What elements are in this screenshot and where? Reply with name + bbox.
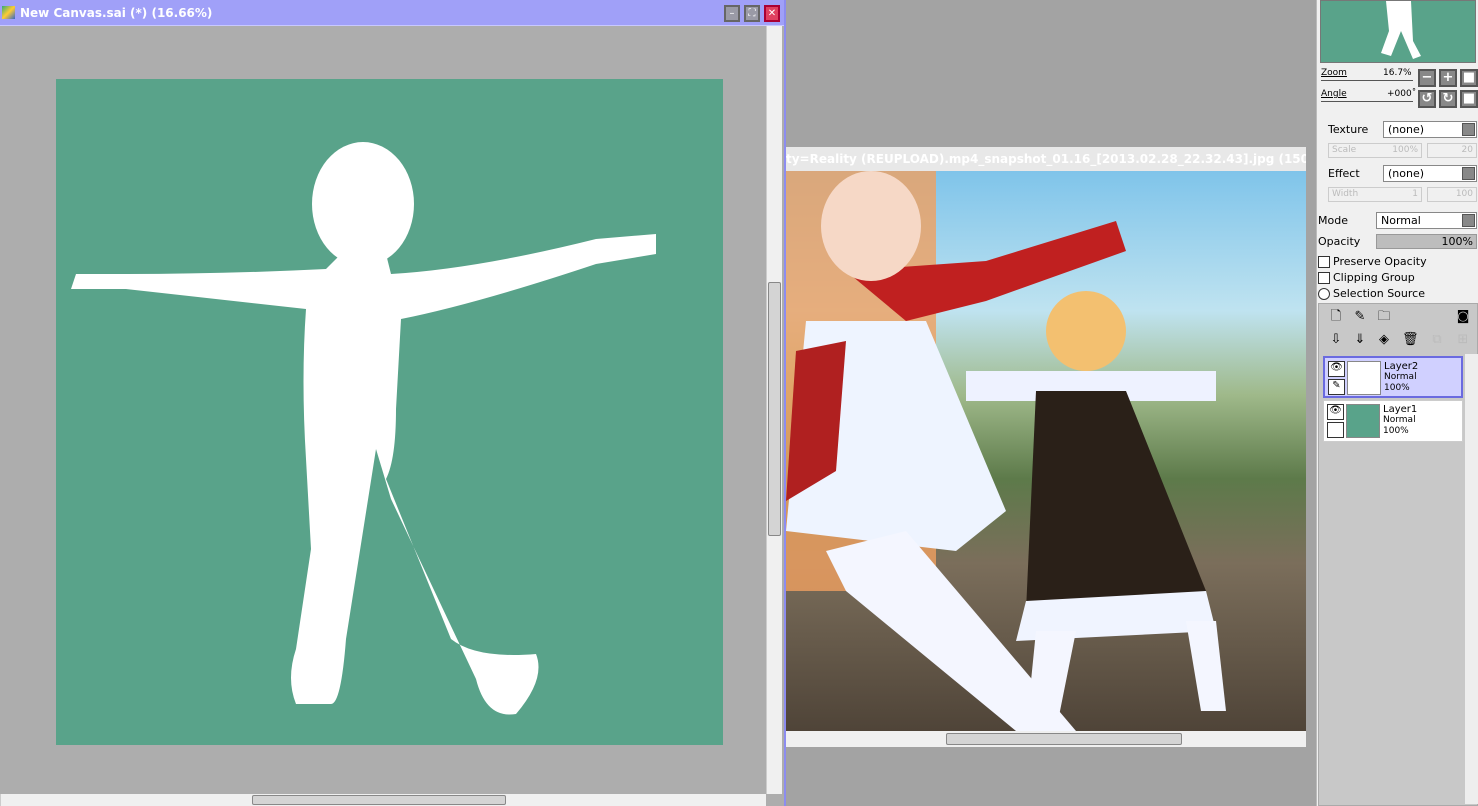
angle-value[interactable]: +000˚ [1387,89,1416,99]
zoom-value[interactable]: 16.7% [1383,68,1412,78]
texture-value: (none) [1388,123,1425,136]
delete-layer-icon[interactable]: 🗑 [1402,332,1419,348]
chevron-down-icon [1462,167,1475,180]
new-folder-icon[interactable]: 🗀 [1376,309,1392,325]
layer-item[interactable]: 👁 ✎ Layer2 Normal 100% [1323,356,1463,398]
vertical-scroll-thumb[interactable] [768,282,781,536]
image-scroll-thumb[interactable] [946,733,1182,745]
lock-toggle[interactable] [1327,422,1344,438]
layer-thumbnail [1347,361,1381,395]
layer-scrollbar[interactable] [1465,354,1478,804]
layer-name: Layer1 [1383,404,1418,415]
image-window: ty=Reality (REUPLOAD).mp4_snapshot_01.16… [786,147,1306,747]
transfer-down-icon[interactable]: ⇩ [1328,332,1344,348]
texture-label: Texture [1328,123,1369,136]
layer-panel: 🗋 ✎ 🗀 ◙ ⇩ ⇓ ◈ 🗑 ⧉ ⊞ 👁 ✎ Layer2 Normal 10… [1318,303,1478,806]
figure-silhouette [71,142,656,715]
angle-label: Angle [1321,89,1347,99]
canvas-title-bar[interactable]: New Canvas.sai (*) (16.66%) [0,0,784,26]
canvas-vertical-scrollbar[interactable] [766,26,782,794]
layer-mask-icon[interactable]: ◙ [1455,309,1471,325]
opacity-value: 100% [1441,235,1473,248]
effect-select[interactable]: (none) [1383,165,1477,182]
clipping-group-label: Clipping Group [1333,271,1415,284]
navigator-preview[interactable] [1320,0,1476,63]
layer-mode: Normal [1383,415,1416,425]
canvas-horizontal-scrollbar[interactable] [0,794,766,806]
minimize-button[interactable]: – [724,5,740,22]
pen-icon[interactable]: ✎ [1328,379,1345,395]
blend-mode-select[interactable]: Normal [1376,212,1477,229]
rotate-reset-button[interactable]: ■ [1460,90,1478,108]
canvas-title: New Canvas.sai (*) (16.66%) [20,6,213,20]
scale-label: Scale [1332,145,1357,155]
visibility-eye-icon[interactable]: 👁 [1327,404,1344,420]
selection-source-radio[interactable]: Selection Source [1318,287,1425,300]
zoom-out-button[interactable]: − [1418,69,1436,87]
horizontal-scroll-thumb[interactable] [252,795,506,805]
image-horizontal-scrollbar[interactable] [786,731,1306,747]
close-button[interactable]: ✕ [764,5,780,22]
new-linework-layer-icon[interactable]: ✎ [1352,309,1368,325]
layer-thumbnail [1346,404,1380,438]
radio[interactable] [1318,287,1330,300]
canvas-paper[interactable] [56,79,723,745]
layer-opacity: 100% [1383,426,1409,436]
maximize-button[interactable]: ⛶ [744,5,760,22]
layer-item[interactable]: 👁 Layer1 Normal 100% [1323,400,1463,442]
scale-field: Scale 100% [1328,143,1422,158]
layer-name: Layer2 [1384,361,1419,372]
effect-value: (none) [1388,167,1425,180]
layer-mode: Normal [1384,372,1417,382]
image-title: ty=Reality (REUPLOAD).mp4_snapshot_01.16… [786,152,1306,166]
checkbox[interactable] [1318,255,1330,268]
texture-select[interactable]: (none) [1383,121,1477,138]
opacity-slider[interactable]: 100% [1376,234,1477,249]
width-value: 1 [1412,189,1418,199]
app-icon [2,6,15,19]
visibility-eye-icon[interactable]: 👁 [1328,361,1345,377]
scale-number: 20 [1427,143,1477,158]
scale-value: 100% [1392,145,1418,155]
apply-mask-icon: ⧉ [1432,332,1442,347]
zoom-label: Zoom [1321,68,1347,78]
zoom-reset-button[interactable]: ■ [1460,69,1478,87]
canvas-window: New Canvas.sai (*) (16.66%) – ⛶ ✕ [0,0,786,806]
zoom-in-button[interactable]: + [1439,69,1457,87]
mode-value: Normal [1381,214,1421,227]
merge-down-icon[interactable]: ⇓ [1352,332,1368,348]
width-number: 100 [1427,187,1477,202]
link-mask-icon: ⊞ [1457,332,1469,347]
reference-image [786,171,1306,731]
preserve-opacity-checkbox[interactable]: Preserve Opacity [1318,255,1427,268]
mode-label: Mode [1318,214,1348,227]
checkbox[interactable] [1318,271,1330,284]
selection-source-label: Selection Source [1333,287,1425,300]
layer-opacity: 100% [1384,383,1410,393]
clear-layer-icon[interactable]: ◈ [1376,332,1392,348]
new-layer-icon[interactable]: 🗋 [1328,309,1344,325]
effect-label: Effect [1328,167,1360,180]
rotate-left-button[interactable]: ↺ [1418,90,1436,108]
angle-slider[interactable] [1321,101,1413,102]
zoom-slider[interactable] [1321,80,1413,81]
width-field: Width 1 [1328,187,1422,202]
image-title-bar[interactable]: ty=Reality (REUPLOAD).mp4_snapshot_01.16… [786,147,1306,171]
chevron-down-icon [1462,123,1475,136]
clipping-group-checkbox[interactable]: Clipping Group [1318,271,1415,284]
opacity-label: Opacity [1318,235,1361,248]
width-label: Width [1332,189,1359,199]
rotate-right-button[interactable]: ↻ [1439,90,1457,108]
tool-panel: Zoom 16.7% Angle +000˚ − + ■ ↺ ↻ ■ Textu… [1316,0,1478,806]
preserve-opacity-label: Preserve Opacity [1333,255,1427,268]
chevron-down-icon [1462,214,1475,227]
